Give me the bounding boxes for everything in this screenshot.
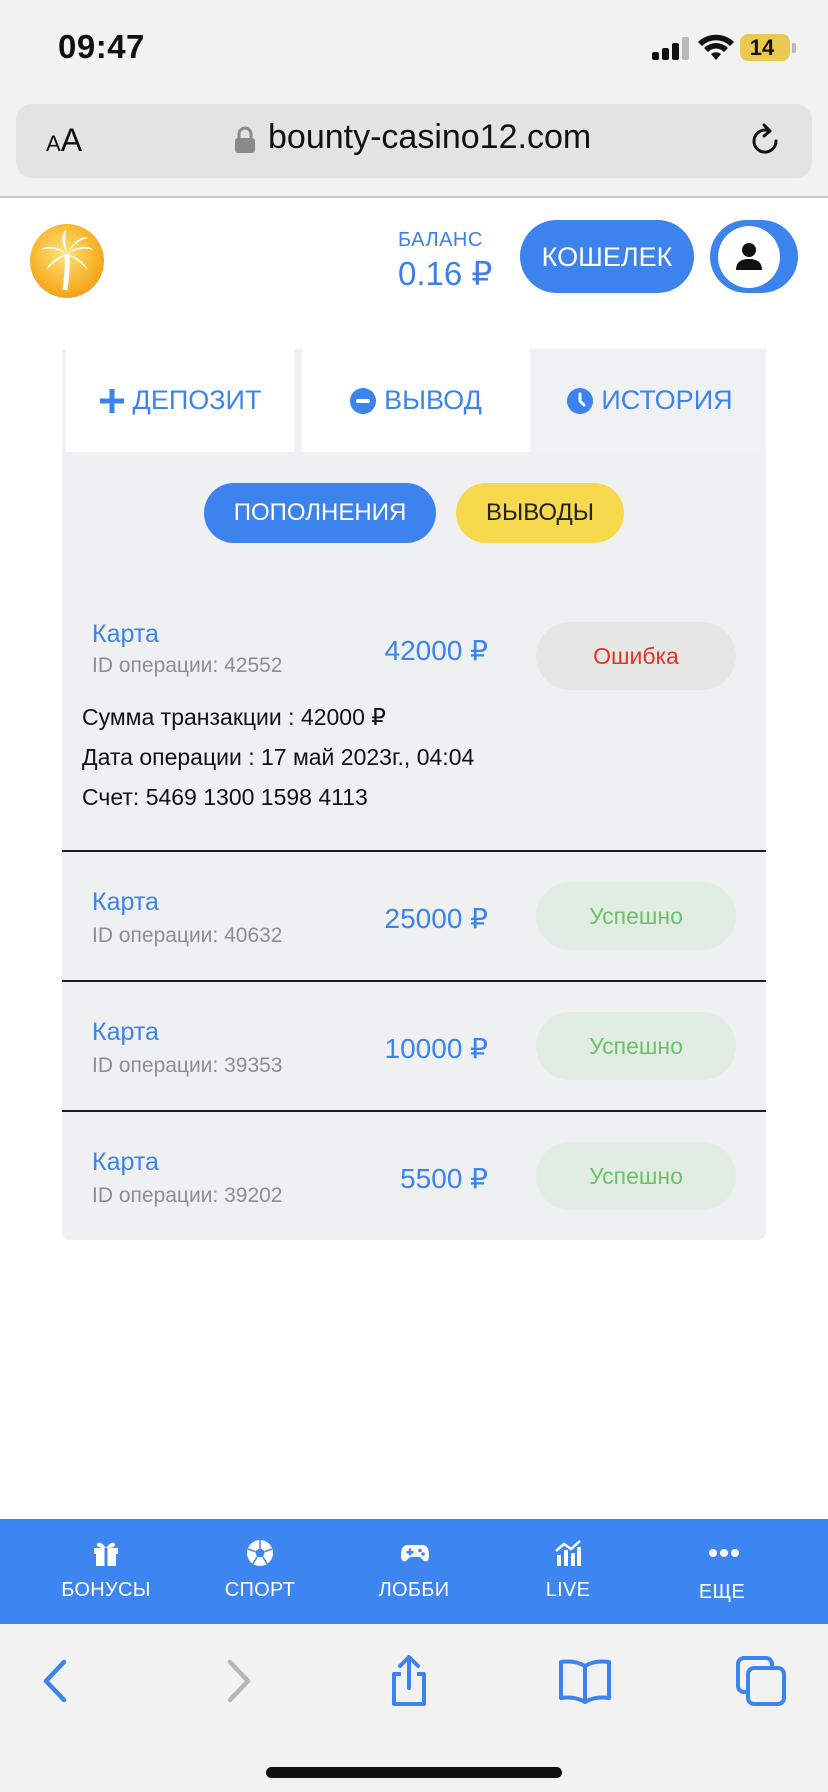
minus-circle-icon	[350, 387, 377, 414]
transaction-row[interactable]: Карта ID операции: 40632 25000 ₽ Успешно	[62, 852, 766, 980]
more-dots-icon	[709, 1549, 739, 1557]
history-panel: ПОПОЛНЕНИЯ ВЫВОДЫ Карта ID операции: 425…	[62, 452, 766, 1240]
tab-deposit[interactable]: ДЕПОЗИТ	[66, 349, 294, 452]
nav-sport-label: СПОРТ	[224, 1579, 296, 1601]
detail-sum: Сумма транзакции : 42000 ₽	[82, 704, 386, 730]
transaction-method: Карта	[92, 1018, 159, 1046]
filter-withdrawals-button[interactable]: ВЫВОДЫ	[456, 483, 624, 543]
tab-withdraw-label: ВЫВОД	[384, 385, 482, 415]
clock-icon	[567, 387, 594, 414]
status-bar: 09:47 14	[0, 0, 828, 96]
soccer-ball-icon	[247, 1540, 273, 1566]
tab-history[interactable]: ИСТОРИЯ	[534, 349, 766, 452]
tab-deposit-label: ДЕПОЗИТ	[132, 385, 262, 415]
forward-icon[interactable]	[210, 1654, 264, 1708]
transaction-row[interactable]: Карта ID операции: 42552 42000 ₽ Ошибка …	[62, 592, 766, 850]
nav-sport[interactable]: СПОРТ	[190, 1519, 330, 1624]
filter-deposits-button[interactable]: ПОПОЛНЕНИЯ	[204, 483, 436, 543]
battery-level: 14	[749, 35, 775, 60]
nav-live[interactable]: LIVE	[498, 1519, 638, 1624]
cellular-signal-icon	[652, 36, 692, 60]
address-bar[interactable]: AA bounty-casino12.com	[16, 104, 812, 178]
profile-button[interactable]	[710, 220, 798, 293]
tabs-icon[interactable]	[734, 1654, 788, 1708]
palm-tree-icon	[40, 230, 94, 291]
tab-withdraw[interactable]: ВЫВОД	[302, 349, 530, 452]
avatar	[718, 226, 780, 288]
wallet-button[interactable]: КОШЕЛЕК	[520, 220, 694, 293]
transaction-method: Карта	[92, 620, 159, 648]
nav-more-label: ЕЩЕ	[698, 1581, 746, 1603]
transaction-method: Карта	[92, 1148, 159, 1176]
reload-icon[interactable]	[746, 122, 784, 160]
nav-bonuses[interactable]: БОНУСЫ	[36, 1519, 176, 1624]
gamepad-icon	[401, 1545, 429, 1562]
detail-date: Дата операции : 17 май 2023г., 04:04	[82, 744, 475, 770]
balance-value: 0.16 ₽	[398, 255, 493, 292]
lock-icon	[235, 126, 255, 153]
status-time: 09:47	[58, 28, 145, 65]
wifi-icon	[698, 34, 734, 60]
back-icon[interactable]	[30, 1654, 84, 1708]
transaction-amount: 25000 ₽	[384, 903, 488, 934]
bottom-nav: БОНУСЫ СПОРТ ЛОББИ LIVE ЕЩЕ	[0, 1519, 828, 1624]
battery-icon: 14	[740, 34, 790, 61]
nav-lobby-label: ЛОББИ	[378, 1579, 450, 1601]
detail-account: Счет: 5469 1300 1598 4113	[82, 784, 368, 810]
nav-bonuses-label: БОНУСЫ	[61, 1579, 151, 1601]
home-indicator	[266, 1767, 562, 1778]
status-badge: Успешно	[536, 1142, 736, 1210]
nav-live-label: LIVE	[545, 1579, 591, 1601]
transaction-row[interactable]: Карта ID операции: 39353 10000 ₽ Успешно	[62, 982, 766, 1110]
tab-history-label: ИСТОРИЯ	[601, 385, 733, 415]
gift-icon	[94, 1542, 118, 1566]
user-icon	[736, 243, 762, 270]
transaction-amount: 42000 ₽	[384, 635, 488, 666]
share-icon[interactable]	[382, 1654, 436, 1708]
plus-icon	[99, 388, 124, 413]
bookmarks-icon[interactable]	[558, 1654, 612, 1708]
balance-label: БАЛАНС	[398, 229, 483, 251]
transaction-id: ID операции: 40632	[92, 924, 283, 947]
transaction-id: ID операции: 42552	[92, 654, 283, 677]
nav-more[interactable]: ЕЩЕ	[652, 1519, 792, 1624]
browser-address-area: AA bounty-casino12.com	[0, 96, 828, 198]
url-text[interactable]: bounty-casino12.com	[268, 118, 591, 157]
reader-settings-button[interactable]: AA	[46, 122, 82, 159]
live-chart-icon	[555, 1540, 581, 1566]
transaction-amount: 10000 ₽	[384, 1033, 488, 1064]
wallet-tabs: ДЕПОЗИТ ВЫВОД ИСТОРИЯ	[62, 349, 766, 452]
transaction-method: Карта	[92, 888, 159, 916]
status-badge: Успешно	[536, 882, 736, 950]
status-badge: Ошибка	[536, 622, 736, 690]
transaction-amount: 5500 ₽	[400, 1163, 488, 1194]
transaction-id: ID операции: 39202	[92, 1184, 283, 1207]
transaction-id: ID операции: 39353	[92, 1054, 283, 1077]
battery-nub	[792, 43, 796, 53]
status-badge: Успешно	[536, 1012, 736, 1080]
casino-logo[interactable]	[30, 224, 104, 298]
nav-lobby[interactable]: ЛОББИ	[344, 1519, 484, 1624]
transaction-row[interactable]: Карта ID операции: 39202 5500 ₽ Успешно	[62, 1112, 766, 1240]
